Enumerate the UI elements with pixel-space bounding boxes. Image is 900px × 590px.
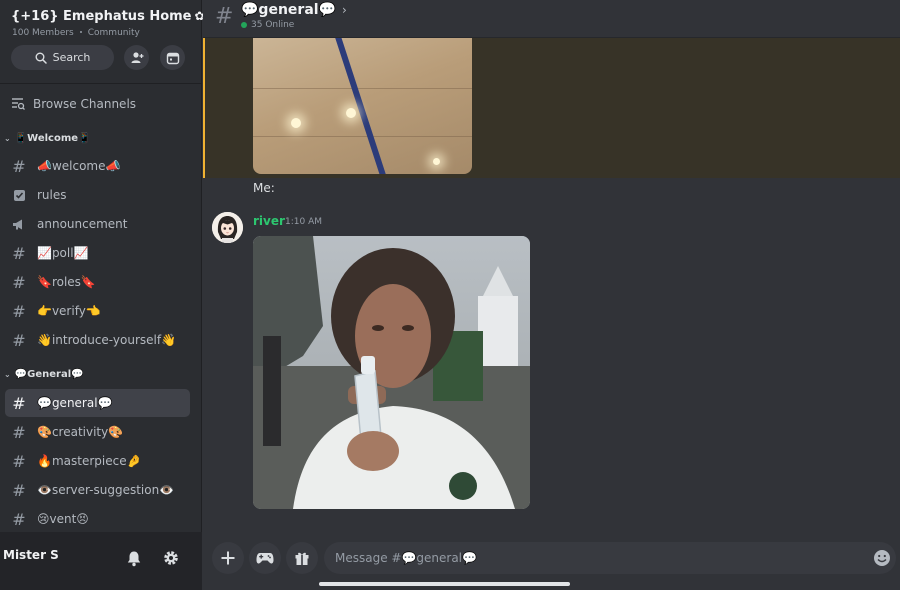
browse-channels[interactable]: Browse Channels — [11, 97, 136, 111]
hash-icon: # — [12, 393, 26, 413]
message-timestamp: 1:10 AM — [285, 217, 322, 227]
events-button[interactable] — [160, 45, 185, 70]
channel-label: 🔖roles🔖 — [37, 275, 96, 289]
thread-hash-icon: # — [12, 451, 26, 471]
anime-avatar-icon — [212, 212, 243, 243]
browse-channels-label: Browse Channels — [33, 97, 137, 111]
emoji-button[interactable] — [872, 548, 892, 568]
channel-label: rules — [37, 188, 67, 202]
hash-icon: # — [12, 301, 26, 321]
channel-vent[interactable]: # 😢vent😣 — [5, 505, 190, 533]
channel-label: 💬general💬 — [37, 396, 113, 410]
channel-roles[interactable]: # 🔖roles🔖 — [5, 268, 190, 296]
channel-verify[interactable]: # 👉verify👈 — [5, 297, 190, 325]
chevron-right-icon: › — [342, 3, 347, 17]
channel-label: 👉verify👈 — [37, 304, 101, 318]
bell-icon — [127, 551, 141, 566]
hash-icon: # — [12, 156, 26, 176]
server-name[interactable]: {+16} Emephatus Home✿› — [11, 9, 213, 24]
channel-masterpiece[interactable]: # 🔥masterpiece🤌 — [5, 447, 190, 475]
channel-label: 📈poll📈 — [37, 246, 89, 260]
channel-announcement[interactable]: announcement — [5, 210, 190, 238]
invite-members-button[interactable] — [124, 45, 149, 70]
light-reflection — [291, 118, 301, 128]
gamepad-icon — [256, 552, 274, 564]
channel-introduce-yourself[interactable]: # 👋introduce-yourself👋 — [5, 326, 190, 354]
member-count: 100 Members — [12, 28, 74, 38]
message-input[interactable] — [324, 542, 896, 574]
category-general[interactable]: ⌄ 💬General💬 — [4, 369, 84, 380]
search-icon — [35, 52, 47, 64]
gear-icon — [164, 551, 178, 565]
notifications-button[interactable] — [124, 548, 144, 568]
channel-general[interactable]: # 💬general💬 — [5, 389, 190, 417]
megaphone-icon — [11, 216, 27, 232]
online-status-icon — [241, 22, 247, 28]
chevron-down-icon: ⌄ — [4, 370, 11, 379]
light-reflection — [433, 158, 440, 165]
channel-sidebar: {+16} Emephatus Home✿› 100 Members Commun… — [0, 0, 213, 590]
attach-button[interactable] — [212, 542, 244, 574]
hash-icon: # — [12, 272, 26, 292]
thread-hash-icon: # — [12, 480, 26, 500]
plus-icon — [221, 551, 235, 565]
hash-icon: # — [12, 243, 26, 263]
category-welcome[interactable]: ⌄ 📱Welcome📱 — [4, 133, 91, 144]
video-attachment[interactable] — [253, 236, 530, 509]
channel-poll[interactable]: # 📈poll📈 — [5, 239, 190, 267]
floor-tile-seam — [253, 88, 472, 89]
channel-label: 😢vent😣 — [37, 512, 89, 526]
server-type: Community — [87, 28, 140, 38]
category-label: 📱Welcome📱 — [14, 133, 91, 144]
floor-stripe — [333, 38, 399, 174]
channel-welcome[interactable]: # 📣welcome📣 — [5, 152, 190, 180]
channel-label: 🎨creativity🎨 — [37, 425, 124, 439]
avatar[interactable] — [212, 212, 243, 243]
hash-icon: # — [215, 4, 234, 29]
server-header[interactable]: {+16} Emephatus Home✿› 100 Members Commun… — [0, 0, 213, 84]
browse-channels-icon — [12, 98, 25, 110]
server-meta: 100 Members Community — [12, 28, 140, 38]
search-label: Search — [52, 51, 91, 64]
image-attachment[interactable] — [253, 38, 472, 174]
channel-server-suggestion[interactable]: # 👁️server-suggestion👁️ — [5, 476, 190, 504]
thread-hash-icon: # — [12, 330, 26, 350]
chevron-down-icon: ⌄ — [4, 134, 11, 143]
thread-hash-icon: # — [12, 509, 26, 529]
rules-icon — [11, 187, 27, 203]
message-author[interactable]: river — [253, 214, 285, 228]
channel-creativity[interactable]: # 🎨creativity🎨 — [5, 418, 190, 446]
channel-rules[interactable]: rules — [5, 181, 190, 209]
message-text: Me: — [253, 181, 275, 195]
user-panel: Mister S — [0, 532, 202, 590]
username[interactable]: Mister S — [3, 548, 59, 562]
category-label: 💬General💬 — [14, 369, 84, 380]
channel-label: 📣welcome📣 — [37, 159, 121, 173]
calendar-icon — [166, 52, 179, 64]
thread-hash-icon: # — [12, 422, 26, 442]
floor-tile-seam — [253, 136, 472, 137]
smiley-icon — [874, 550, 890, 566]
add-member-icon — [131, 51, 143, 63]
gift-icon — [295, 552, 309, 565]
channel-label: announcement — [37, 217, 128, 231]
separator-dot — [79, 30, 82, 33]
activities-button[interactable] — [249, 542, 281, 574]
channel-header: # 💬general💬 › 35 Online — [203, 0, 900, 38]
channel-label: 👁️server-suggestion👁️ — [37, 483, 175, 497]
video-frame — [253, 236, 530, 509]
gift-button[interactable] — [286, 542, 318, 574]
light-reflection — [346, 108, 356, 118]
channel-label: 👋introduce-yourself👋 — [37, 333, 177, 347]
channel-label: 🔥masterpiece🤌 — [37, 454, 142, 468]
settings-button[interactable] — [161, 548, 181, 568]
home-indicator[interactable] — [319, 582, 570, 586]
search-button[interactable]: Search — [11, 45, 114, 70]
online-count: 35 Online — [241, 20, 294, 30]
channel-title[interactable]: 💬general💬 › — [241, 2, 347, 18]
